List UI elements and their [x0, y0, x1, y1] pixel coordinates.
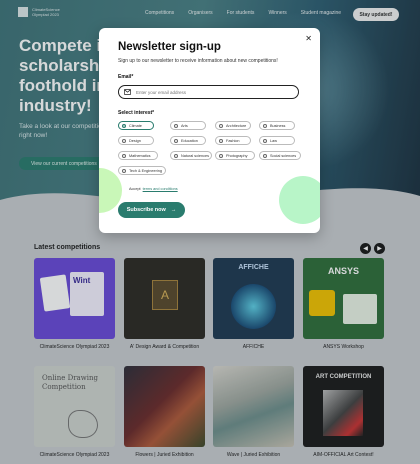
subscribe-button[interactable]: Subscribe now → — [118, 202, 185, 218]
interest-option-label: Natural sciences — [181, 153, 210, 158]
radio-icon — [174, 138, 178, 143]
interest-option-arts[interactable]: Arts — [170, 121, 206, 130]
radio-icon — [122, 123, 126, 128]
email-field[interactable] — [118, 85, 299, 99]
interest-option-label: Law — [270, 138, 277, 143]
interest-option-natural-sciences[interactable]: Natural sciences — [170, 151, 212, 160]
interest-option-education[interactable]: Education — [170, 136, 206, 145]
decorative-blob — [279, 176, 320, 224]
close-icon[interactable]: ✕ — [305, 34, 312, 43]
interest-option-fashion[interactable]: Fashion — [215, 136, 251, 145]
newsletter-modal: ✕ Newsletter sign-up Sign up to our news… — [99, 28, 320, 233]
interest-option-label: Design — [129, 138, 141, 143]
interest-option-label: Education — [181, 138, 198, 143]
accept-label: Accept — [129, 187, 141, 191]
interest-option-label: Arts — [181, 123, 188, 128]
interest-option-label: Business — [270, 123, 286, 128]
interest-option-mathematics[interactable]: Mathematics — [118, 151, 158, 160]
radio-icon — [122, 153, 126, 158]
radio-icon — [174, 123, 178, 128]
radio-icon — [263, 138, 267, 143]
radio-icon — [122, 168, 126, 173]
mail-icon — [124, 89, 131, 95]
arrow-right-icon: → — [170, 207, 177, 213]
radio-icon — [122, 138, 126, 143]
interest-option-social-sciences[interactable]: Social sciences — [259, 151, 301, 160]
email-input[interactable] — [136, 89, 286, 95]
interest-option-law[interactable]: Law — [259, 136, 295, 145]
radio-icon — [174, 153, 178, 158]
interest-label: Select interest* — [118, 110, 155, 116]
terms-link[interactable]: terms and conditions — [143, 187, 178, 191]
subscribe-label: Subscribe now — [126, 207, 166, 213]
interest-option-business[interactable]: Business — [259, 121, 295, 130]
email-label: Email* — [118, 74, 134, 80]
interest-option-label: Climate — [129, 123, 142, 128]
radio-icon — [219, 123, 223, 128]
interest-option-design[interactable]: Design — [118, 136, 154, 145]
interest-option-label: Social sciences — [270, 153, 297, 158]
interest-option-photography[interactable]: Photography — [215, 151, 255, 160]
interest-option-label: Fashion — [226, 138, 240, 143]
interest-option-climate[interactable]: Climate — [118, 121, 154, 130]
radio-icon — [219, 153, 223, 158]
terms-checkbox-row[interactable]: Accept terms and conditions — [129, 187, 178, 191]
interest-option-architecture[interactable]: Architecture — [215, 121, 251, 130]
interest-option-tech-engineering[interactable]: Tech & Engineering — [118, 166, 166, 175]
radio-icon — [263, 153, 267, 158]
radio-icon — [219, 138, 223, 143]
interest-option-label: Photography — [226, 153, 248, 158]
modal-title: Newsletter sign-up — [118, 41, 221, 53]
modal-subtitle: Sign up to our newsletter to receive inf… — [118, 58, 278, 64]
interest-option-label: Architecture — [226, 123, 247, 128]
interest-option-label: Mathematics — [129, 153, 151, 158]
radio-icon — [263, 123, 267, 128]
interest-option-label: Tech & Engineering — [129, 168, 162, 173]
